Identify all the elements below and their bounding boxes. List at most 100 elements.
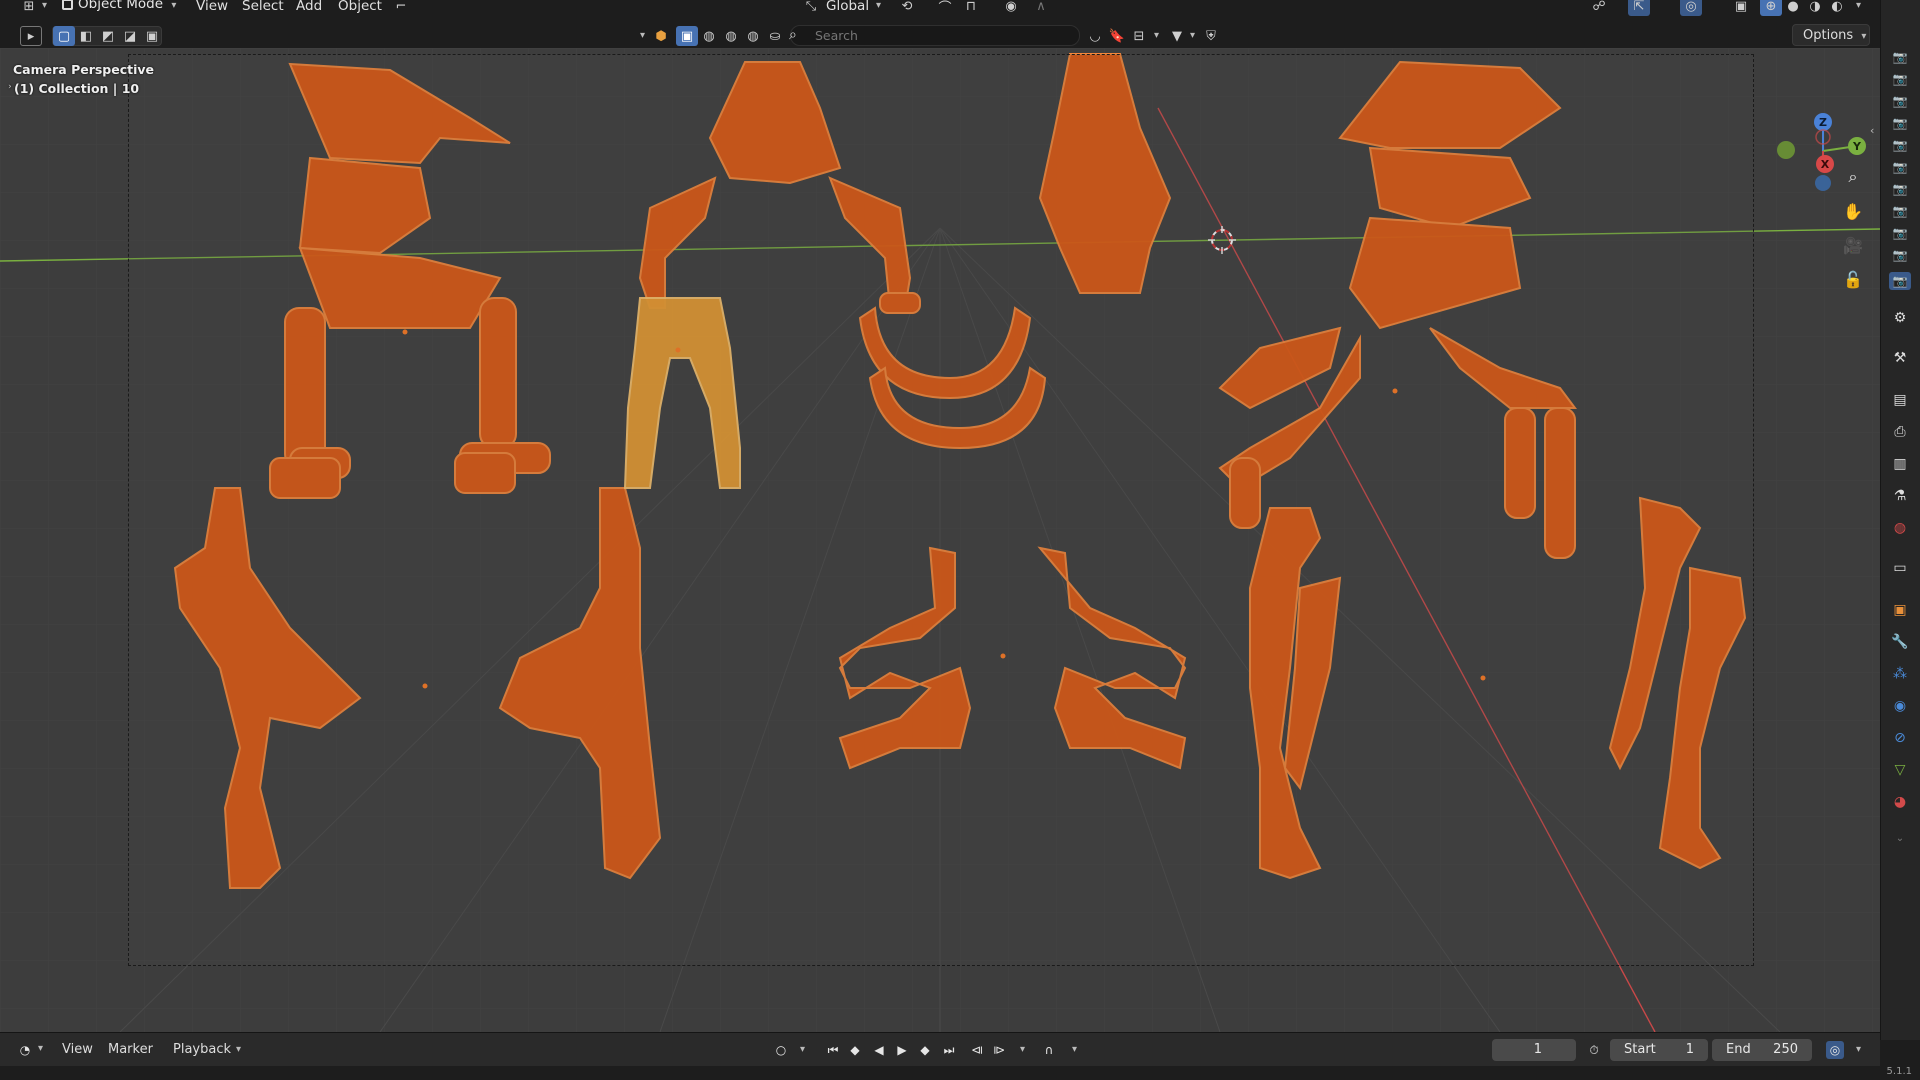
stopwatch-icon[interactable]: ⏱: [1585, 1041, 1603, 1059]
start-frame-field[interactable]: Start 1: [1610, 1039, 1708, 1061]
xray-icon[interactable]: ▣: [1730, 0, 1752, 16]
gizmo-neg-z-axis[interactable]: [1815, 175, 1831, 191]
material-tab-icon[interactable]: ◕: [1887, 790, 1913, 814]
pan-hand-icon[interactable]: ✋: [1840, 198, 1866, 224]
proportional-edit-icon[interactable]: ◉: [1000, 0, 1022, 16]
timeline-editor-icon[interactable]: ◔: [16, 1041, 34, 1059]
end-frame-field[interactable]: End 250: [1712, 1039, 1812, 1061]
select-subtract-icon[interactable]: ◩: [97, 26, 119, 46]
menu-view[interactable]: View: [196, 0, 228, 14]
camera-visibility-icon[interactable]: 📷: [1889, 272, 1911, 290]
camera-visibility-icon[interactable]: 📷: [1889, 224, 1911, 242]
visibility-icon[interactable]: ☍: [1588, 0, 1610, 16]
next-keyframe-icon[interactable]: ◆: [916, 1041, 934, 1059]
play-reverse-icon[interactable]: ◀: [870, 1041, 888, 1059]
wireframe-shading-icon[interactable]: ⊕: [1760, 0, 1782, 16]
falloff-icon[interactable]: ∧: [1030, 0, 1052, 16]
world-tab-icon[interactable]: ◍: [1887, 516, 1913, 540]
timeline-menu-marker[interactable]: Marker: [108, 1042, 153, 1057]
restrict-indirect-icon[interactable]: ⛀: [764, 26, 786, 46]
view-layer-tab-icon[interactable]: ▥: [1887, 452, 1913, 476]
collapse-icon[interactable]: ◡: [1084, 26, 1106, 46]
play-icon[interactable]: ▶: [893, 1041, 911, 1059]
modifier-tab-icon[interactable]: 🔧: [1887, 630, 1913, 654]
editor-type-icon[interactable]: ⊞: [18, 0, 40, 16]
more-tabs-chevron-icon[interactable]: ⌄: [1887, 826, 1913, 850]
camera-visibility-icon[interactable]: 📷: [1889, 70, 1911, 88]
collection-tab-icon[interactable]: ▭: [1887, 556, 1913, 580]
solid-shading-icon[interactable]: ●: [1782, 0, 1804, 16]
prev-keyframe-icon[interactable]: ◆: [846, 1041, 864, 1059]
menu-add[interactable]: Add: [296, 0, 322, 14]
camera-visibility-icon[interactable]: 📷: [1889, 158, 1911, 176]
output-tab-icon[interactable]: ⎙: [1887, 420, 1913, 444]
filter-collapse-icon[interactable]: ▾: [640, 30, 645, 41]
snap-target-icon[interactable]: ⊓: [960, 0, 982, 16]
navigation-gizmo[interactable]: Z Y X ‹: [1770, 108, 1880, 218]
next-marker-icon[interactable]: ⧐: [990, 1041, 1008, 1059]
select-new-icon[interactable]: ▢: [53, 26, 75, 46]
timeline-menu-playback[interactable]: Playback: [173, 1042, 231, 1057]
timeline-view-options-icon[interactable]: ◎: [1826, 1041, 1844, 1059]
restrict-holdout-icon[interactable]: ◍: [742, 26, 764, 46]
restrict-render-icon[interactable]: ◍: [720, 26, 742, 46]
tool-settings-tab-icon[interactable]: ⚙: [1887, 306, 1913, 330]
menu-object[interactable]: Object: [338, 0, 382, 14]
camera-visibility-icon[interactable]: 📷: [1889, 202, 1911, 220]
camera-view-icon[interactable]: 🎥: [1840, 232, 1866, 258]
jump-start-icon[interactable]: ⏮: [824, 1041, 842, 1059]
render-tab-icon[interactable]: ▤: [1887, 388, 1913, 412]
shading-options-caret-icon[interactable]: ▾: [1856, 0, 1861, 11]
constraints-tab-icon[interactable]: ⊘: [1887, 726, 1913, 750]
gizmo-neg-y-axis[interactable]: [1777, 141, 1795, 159]
pivot-point-icon[interactable]: ⟲: [896, 0, 918, 16]
camera-visibility-icon[interactable]: 📷: [1889, 246, 1911, 264]
restrict-viewport-icon[interactable]: ◍: [698, 26, 720, 46]
particles-tab-icon[interactable]: ⁂: [1887, 662, 1913, 686]
rendered-shading-icon[interactable]: ◐: [1826, 0, 1848, 16]
camera-visibility-icon[interactable]: 📷: [1889, 92, 1911, 110]
search-box[interactable]: ⌕: [789, 25, 1080, 46]
physics-tab-icon[interactable]: ◉: [1887, 694, 1913, 718]
camera-visibility-icon[interactable]: 📷: [1889, 114, 1911, 132]
bookmark-icon[interactable]: 🔖: [1106, 26, 1128, 46]
object-tab-icon[interactable]: ▣: [1887, 598, 1913, 622]
camera-frame: [128, 54, 1754, 966]
collapse-arrow-icon[interactable]: ›: [8, 82, 12, 92]
select-extend-icon[interactable]: ◧: [75, 26, 97, 46]
restrict-select-icon[interactable]: ▣: [676, 26, 698, 46]
3d-viewport[interactable]: Camera Perspective › (1) Collection | 10…: [0, 48, 1880, 1032]
lock-icon[interactable]: 🔓: [1840, 266, 1866, 292]
gizmo-toggle-icon[interactable]: ⇱: [1628, 0, 1650, 16]
select-invert-icon[interactable]: ◪: [119, 26, 141, 46]
search-input[interactable]: [815, 27, 1065, 44]
timeline-menu-view[interactable]: View: [62, 1042, 93, 1057]
zoom-icon[interactable]: ⌕: [1840, 164, 1866, 190]
shield-icon[interactable]: ⛨: [1200, 26, 1222, 46]
object-mode-dropdown[interactable]: Object Mode ▾: [58, 0, 182, 14]
camera-visibility-icon[interactable]: 📷: [1889, 136, 1911, 154]
camera-visibility-icon[interactable]: 📷: [1889, 48, 1911, 66]
sort-icon[interactable]: ⊟: [1128, 26, 1150, 46]
options-dropdown[interactable]: Options ▾: [1792, 24, 1870, 46]
jump-end-icon[interactable]: ⏭: [940, 1041, 958, 1059]
gpencil-menu-icon[interactable]: ⌐: [390, 0, 412, 16]
scene-tab-icon[interactable]: ⚗: [1887, 484, 1913, 508]
current-frame-field[interactable]: 1: [1492, 1039, 1576, 1061]
gizmo-collapse-icon[interactable]: ‹: [1870, 124, 1874, 137]
overlay-toggle-icon[interactable]: ◎: [1680, 0, 1702, 16]
filter-icon[interactable]: ▼: [1166, 26, 1188, 46]
record-icon[interactable]: ○: [772, 1041, 790, 1059]
select-intersect-icon[interactable]: ▣: [141, 26, 163, 46]
material-shading-icon[interactable]: ◑: [1804, 0, 1826, 16]
object-types-icon[interactable]: ⬢: [650, 26, 672, 46]
tool-tab-icon[interactable]: ⚒: [1887, 346, 1913, 370]
data-tab-icon[interactable]: ▽: [1887, 758, 1913, 782]
menu-select[interactable]: Select: [242, 0, 284, 14]
prev-marker-icon[interactable]: ⧏: [968, 1041, 986, 1059]
auto-keying-icon[interactable]: ∩: [1040, 1041, 1058, 1059]
camera-visibility-icon[interactable]: 📷: [1889, 180, 1911, 198]
snap-icon[interactable]: ⌒: [934, 0, 956, 16]
select-tool-icon[interactable]: ▸: [20, 26, 42, 46]
transform-orientation-dropdown[interactable]: Global: [826, 0, 869, 14]
